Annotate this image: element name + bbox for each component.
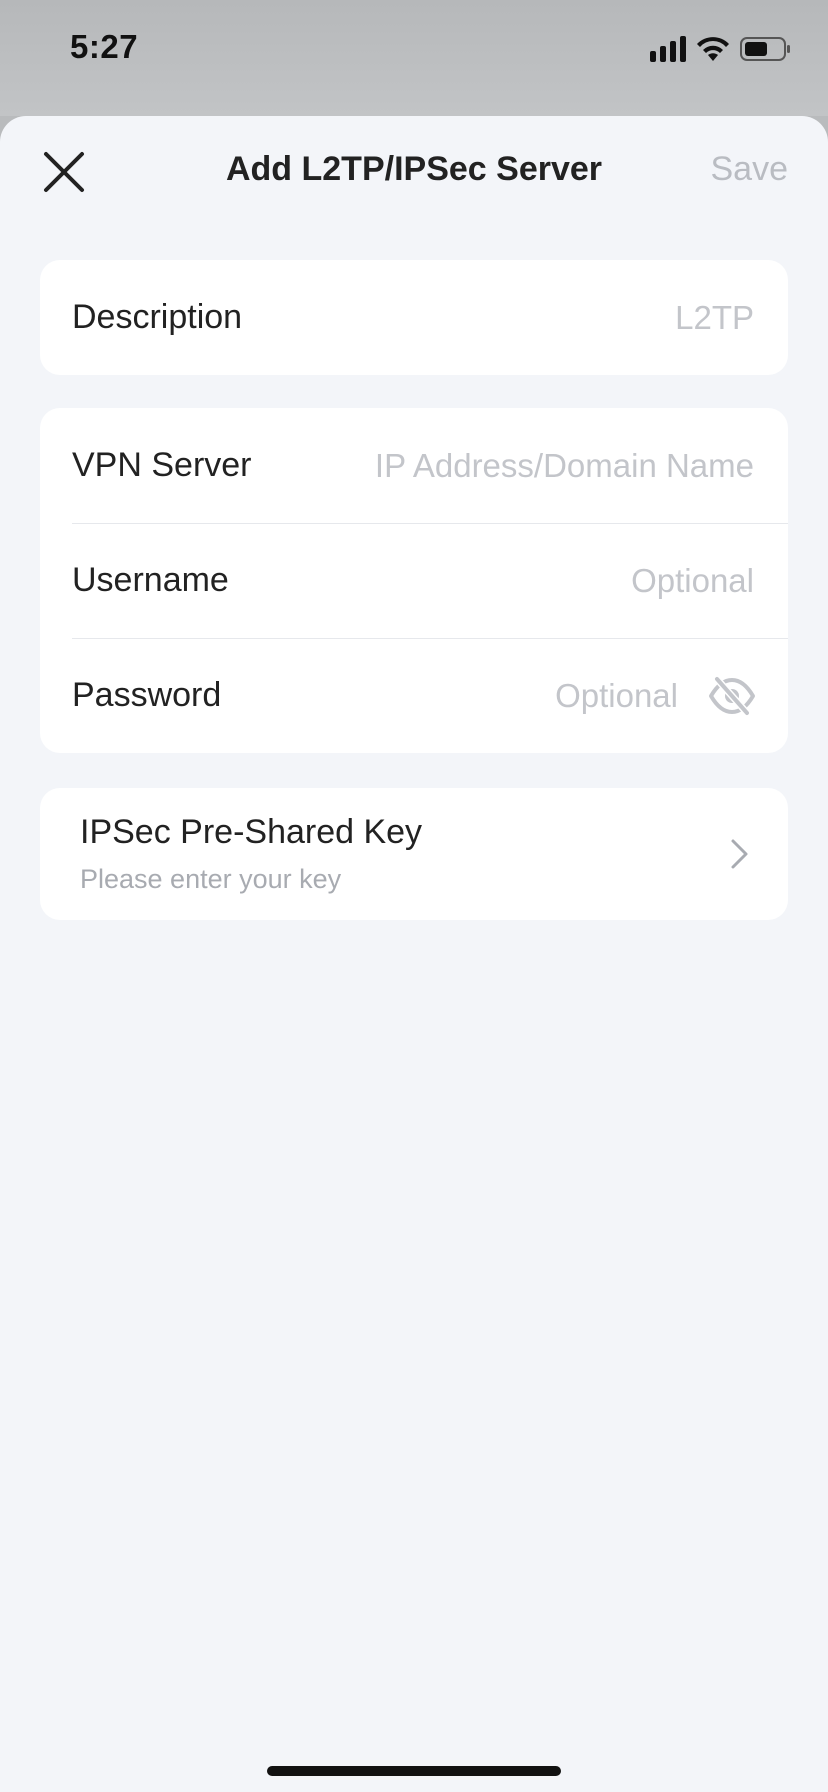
vpn-server-row[interactable]: VPN Server [40, 408, 788, 523]
battery-icon [740, 37, 790, 61]
modal-sheet: Add L2TP/IPSec Server Save Description V… [0, 116, 828, 1792]
nav-bar: Add L2TP/IPSec Server Save [0, 116, 828, 228]
vpn-server-label: VPN Server [72, 446, 252, 484]
cellular-signal-icon [650, 36, 686, 62]
psk-text: IPSec Pre-Shared Key Please enter your k… [80, 813, 728, 895]
home-indicator [267, 1766, 561, 1776]
description-input[interactable] [262, 297, 756, 338]
chevron-right-icon [731, 839, 748, 869]
psk-row[interactable]: IPSec Pre-Shared Key Please enter your k… [40, 788, 788, 920]
password-visibility-toggle[interactable] [708, 675, 756, 716]
password-row[interactable]: Password [40, 638, 788, 753]
description-row[interactable]: Description [40, 260, 788, 375]
status-bar: 5:27 [0, 0, 828, 116]
description-label: Description [72, 298, 243, 336]
psk-card: IPSec Pre-Shared Key Please enter your k… [40, 788, 788, 920]
status-icons [650, 36, 792, 62]
username-input[interactable] [248, 560, 756, 601]
psk-subtitle: Please enter your key [80, 864, 342, 894]
wifi-icon [697, 37, 729, 61]
description-card: Description [40, 260, 788, 375]
password-input[interactable] [241, 675, 680, 716]
password-label: Password [72, 676, 222, 714]
username-label: Username [72, 561, 229, 599]
save-button[interactable]: Save [711, 150, 789, 189]
page-title: Add L2TP/IPSec Server [225, 150, 603, 188]
psk-title: IPSec Pre-Shared Key [80, 813, 423, 851]
vpn-server-input[interactable] [271, 445, 756, 486]
status-time: 5:27 [70, 28, 139, 65]
eye-off-icon [709, 675, 755, 716]
username-row[interactable]: Username [40, 523, 788, 638]
server-card: VPN Server Username Password [40, 408, 788, 753]
